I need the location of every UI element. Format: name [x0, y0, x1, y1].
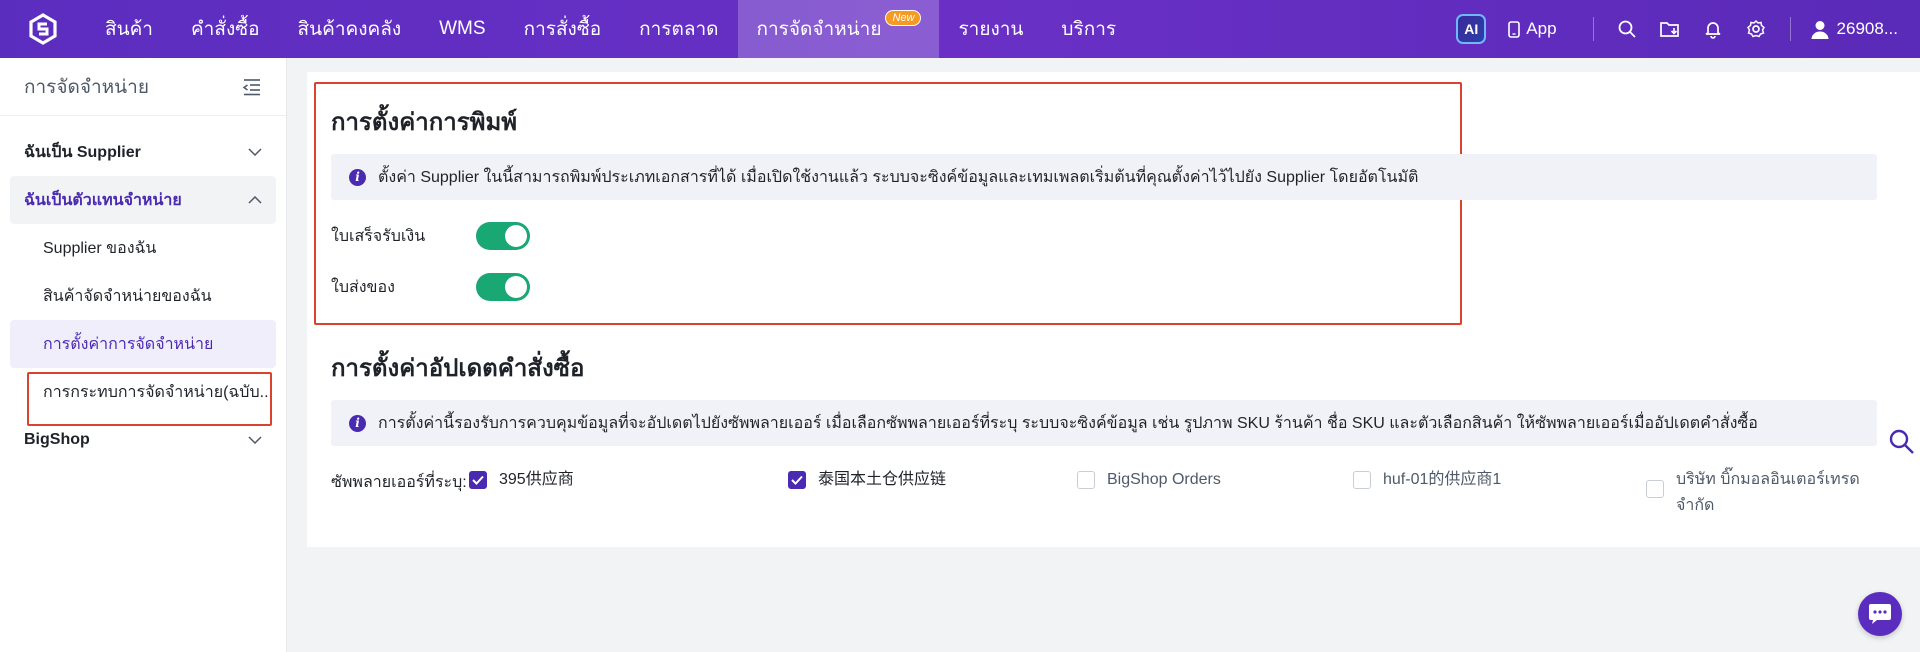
brand-logo[interactable]	[0, 0, 86, 58]
sidebar-item-distribution-settings[interactable]: การตั้งค่าการจัดจำหน่าย	[10, 320, 276, 368]
nav-orders[interactable]: คำสั่งซื้อ	[172, 0, 279, 58]
nav-label: สินค้าคงคลัง	[297, 19, 402, 40]
nav-label: คำสั่งซื้อ	[190, 19, 260, 40]
receipt-toggle[interactable]	[476, 222, 530, 250]
nav-services[interactable]: บริการ	[1042, 0, 1135, 58]
collapse-menu-icon[interactable]	[242, 78, 262, 96]
sidebar-item-my-suppliers[interactable]: Supplier ของฉัน	[0, 224, 286, 272]
order-update-info: i การตั้งค่านี้รองรับการควบคุมข้อมูลที่จ…	[331, 400, 1877, 446]
print-settings-title: การตั้งค่าการพิมพ์	[331, 109, 518, 136]
top-navbar: สินค้า คำสั่งซื้อ สินค้าคงคลัง WMS การสั…	[0, 0, 1920, 58]
supplier-checkbox[interactable]: 泰国本土仓供应链	[788, 470, 946, 493]
sidebar-item-my-distribution-products[interactable]: สินค้าจัดจำหน่ายของฉัน	[0, 272, 286, 320]
chat-support-button[interactable]	[1858, 592, 1902, 636]
toggle-row-delivery-note: ใบส่งของ	[331, 273, 530, 301]
sidebar-header: การจัดจำหน่าย	[0, 58, 286, 116]
nav-label: สินค้า	[105, 19, 153, 40]
toggle-label: ใบส่งของ	[331, 278, 395, 296]
nav-label: การจัดจำหน่าย	[756, 19, 882, 40]
nav-label: บริการ	[1061, 19, 1117, 40]
nav-wms[interactable]: WMS	[420, 0, 504, 58]
checkbox-label: บริษัท บิ๊กมอลอินเตอร์เทรด จำกัด	[1676, 471, 1860, 514]
checkbox-label: BigShop Orders	[1107, 471, 1221, 488]
nav-products[interactable]: สินค้า	[86, 0, 172, 58]
sidebar-group-distributor[interactable]: ฉันเป็นตัวแทนจำหน่าย	[10, 176, 276, 224]
info-text: ตั้งค่า Supplier ในนี้สามารถพิมพ์ประเภทเ…	[378, 168, 1419, 186]
toggle-label: ใบเสร็จรับเงิน	[331, 227, 426, 245]
item-label: สินค้าจัดจำหน่ายของฉัน	[43, 287, 212, 305]
folder-download-icon[interactable]	[1649, 0, 1692, 58]
supplier-label: ซัพพลายเออร์ที่ระบุ:	[331, 474, 467, 491]
supplier-checkbox[interactable]: 395供应商	[469, 470, 574, 493]
chevron-up-icon	[248, 196, 262, 204]
delivery-note-toggle[interactable]	[476, 273, 530, 301]
checkbox-unchecked[interactable]	[1077, 471, 1095, 489]
supplier-checkbox[interactable]: huf-01的供应商1	[1353, 470, 1501, 493]
chevron-down-icon	[248, 436, 262, 444]
user-name: 26908...	[1836, 19, 1898, 38]
sidebar: การจัดจำหน่าย ฉันเป็น Supplier ฉันเป็นตั…	[0, 58, 287, 652]
new-badge: New	[885, 10, 922, 26]
app-label: App	[1526, 19, 1557, 38]
divider	[1592, 17, 1594, 41]
nav-label: การสั่งซื้อ	[523, 19, 602, 40]
supplier-checkbox[interactable]: บริษัท บิ๊กมอลอินเตอร์เทรด จำกัด	[1646, 470, 1876, 519]
print-settings-info: i ตั้งค่า Supplier ในนี้สามารถพิมพ์ประเภ…	[331, 154, 1877, 200]
group-label: BigShop	[24, 431, 90, 448]
nav-label: รายงาน	[958, 19, 1024, 40]
order-update-title: การตั้งค่าอัปเดตคำสั่งซื้อ	[331, 355, 585, 382]
floating-search-icon[interactable]	[1888, 428, 1916, 461]
nav-label: การตลาด	[639, 19, 719, 40]
user-menu[interactable]: 26908...	[1811, 19, 1898, 39]
item-label: Supplier ของฉัน	[43, 239, 157, 257]
checkbox-unchecked[interactable]	[1646, 480, 1664, 498]
ai-button[interactable]: AI	[1456, 14, 1487, 44]
mobile-icon	[1508, 20, 1521, 38]
nav-marketing[interactable]: การตลาด	[620, 0, 737, 58]
nav-inventory[interactable]: สินค้าคงคลัง	[279, 0, 421, 58]
info-text: การตั้งค่านี้รองรับการควบคุมข้อมูลที่จะอ…	[378, 414, 1758, 432]
search-icon[interactable]	[1606, 0, 1649, 58]
divider	[1789, 17, 1791, 41]
group-label: ฉันเป็นตัวแทนจำหน่าย	[24, 191, 182, 209]
checkbox-label: 泰国本土仓供应链	[818, 471, 947, 488]
supplier-checkbox[interactable]: BigShop Orders	[1077, 470, 1221, 493]
chevron-down-icon	[248, 148, 262, 156]
checkbox-label: 395供应商	[499, 471, 574, 488]
main-content: การตั้งค่าการพิมพ์ i ตั้งค่า Supplier ใน…	[307, 72, 1920, 547]
checkbox-checked[interactable]	[788, 471, 806, 489]
group-label: ฉันเป็น Supplier	[24, 143, 141, 161]
nav-reports[interactable]: รายงาน	[939, 0, 1042, 58]
nav-purchase[interactable]: การสั่งซื้อ	[505, 0, 621, 58]
chat-icon	[1869, 604, 1891, 624]
app-button[interactable]: App	[1508, 19, 1557, 39]
sidebar-title: การจัดจำหน่าย	[24, 76, 149, 98]
info-icon: i	[349, 168, 366, 186]
gear-icon[interactable]	[1735, 0, 1778, 58]
nav-distribution[interactable]: การจัดจำหน่าย New	[737, 0, 940, 58]
bell-icon[interactable]	[1692, 0, 1735, 58]
checkbox-unchecked[interactable]	[1353, 471, 1371, 489]
checkbox-checked[interactable]	[469, 471, 487, 489]
sidebar-group-supplier[interactable]: ฉันเป็น Supplier	[0, 128, 286, 176]
item-label: การตั้งค่าการจัดจำหน่าย	[43, 335, 214, 353]
user-icon	[1811, 20, 1829, 39]
toggle-row-receipt: ใบเสร็จรับเงิน	[331, 222, 530, 250]
nav-label: WMS	[439, 18, 486, 39]
checkbox-label: huf-01的供应商1	[1383, 471, 1502, 488]
supplier-checkbox-row: ซัพพลายเออร์ที่ระบุ: 395供应商 泰国本土仓供应链 Big…	[331, 470, 1891, 530]
highlight-box	[27, 372, 272, 426]
info-icon: i	[349, 414, 366, 432]
